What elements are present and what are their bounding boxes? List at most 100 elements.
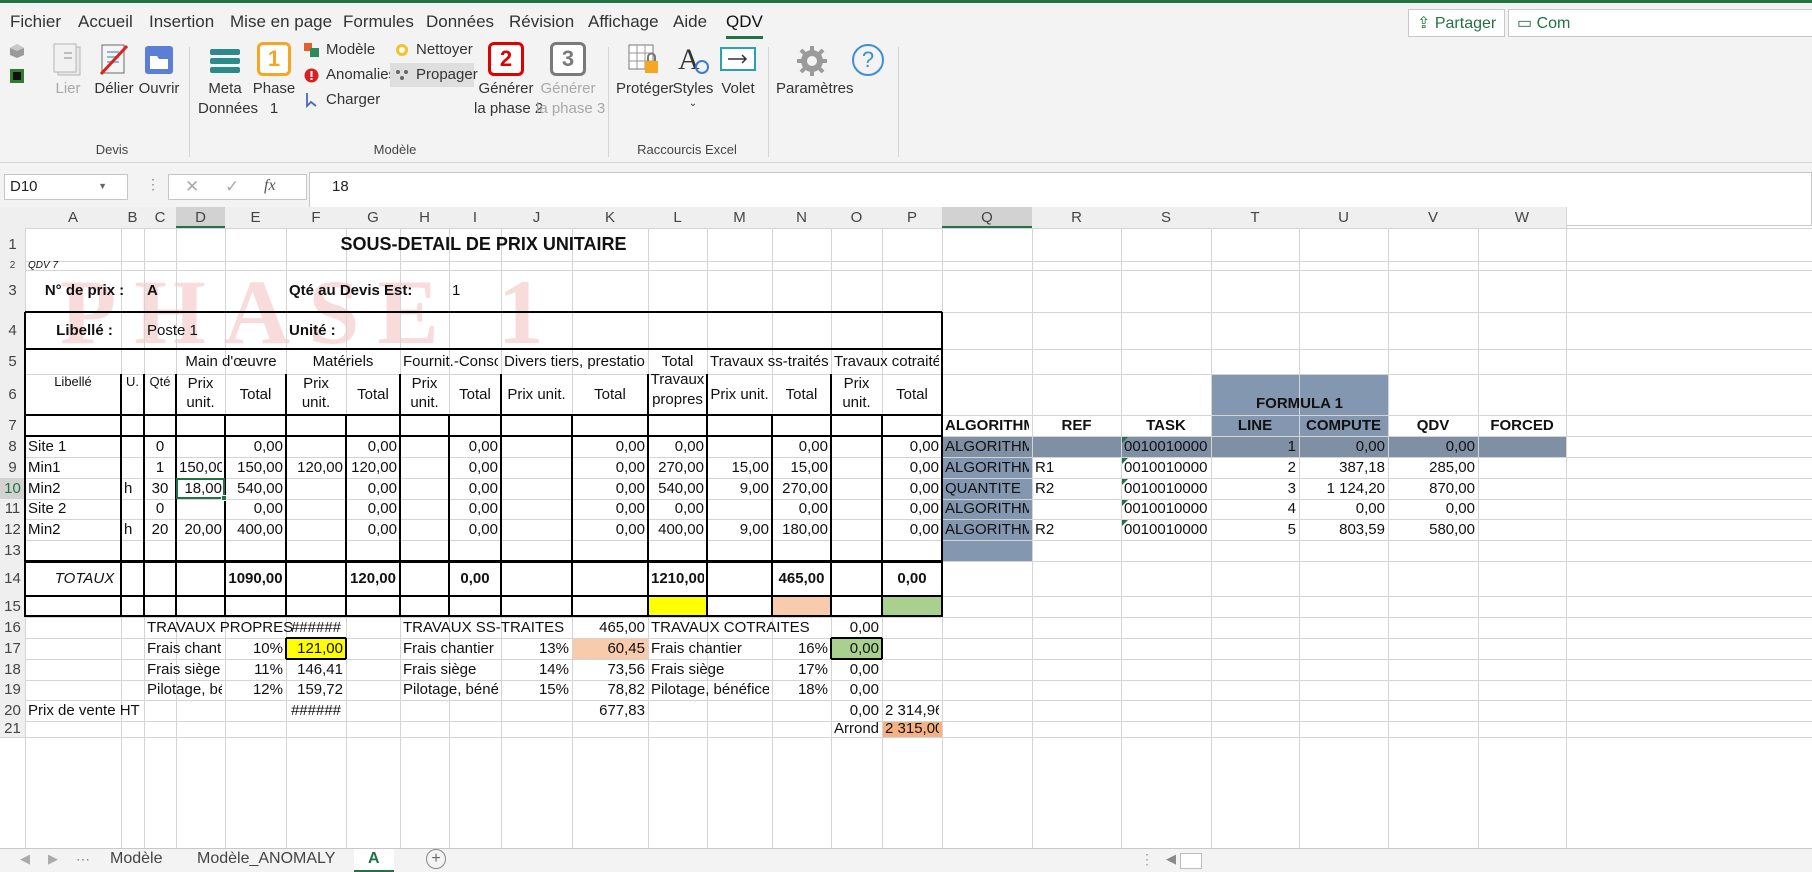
column-header-u[interactable]: U [1299, 207, 1388, 228]
next-sheet-icon[interactable]: ▶ [48, 851, 58, 867]
row-header-16[interactable]: 16 [0, 617, 25, 638]
cube-icon[interactable] [9, 43, 25, 59]
generer-phase3-button[interactable]: Générer la phase 3 [536, 79, 605, 119]
row-header-6[interactable]: 6 [0, 374, 25, 415]
column-header-w[interactable]: W [1478, 207, 1566, 228]
ouvrir-button[interactable]: Ouvrir [138, 79, 180, 99]
volet-button[interactable]: Volet [718, 79, 758, 99]
column-header-i[interactable]: I [449, 207, 501, 228]
row-header-4[interactable]: 4 [0, 312, 25, 349]
column-header-d[interactable]: D [176, 207, 225, 228]
confirm-icon[interactable]: ✓ [225, 177, 239, 197]
tab-donnees[interactable]: Données [426, 12, 494, 32]
tab-formules[interactable]: Formules [343, 12, 414, 32]
generer-phase2-button[interactable]: Générer la phase 2 [474, 79, 543, 119]
nettoyer-button[interactable]: Nettoyer [390, 38, 474, 62]
select-all-corner[interactable] [0, 207, 25, 228]
insert-function-icon[interactable]: fx [264, 177, 276, 195]
row-header-2[interactable]: 2 [0, 261, 25, 270]
row-header-7[interactable]: 7 [0, 415, 25, 436]
prev-sheet-icon[interactable]: ◀ [20, 851, 30, 867]
column-header-m[interactable]: M [707, 207, 772, 228]
proteger-button[interactable]: Protéger [616, 79, 674, 99]
column-header-t[interactable]: T [1211, 207, 1299, 228]
qdv-small-icon[interactable] [9, 68, 25, 84]
column-header-g[interactable]: G [346, 207, 400, 228]
charger-button[interactable]: Charger [300, 88, 380, 112]
row-header-9[interactable]: 9 [0, 457, 25, 478]
formula-bar-grip-icon[interactable]: ⋮ [146, 176, 160, 198]
column-header-q[interactable]: Q [942, 207, 1032, 228]
column-header-e[interactable]: E [225, 207, 286, 228]
sheet-list-icon[interactable]: ⋯ [76, 851, 90, 868]
tab-affichage[interactable]: Affichage [588, 12, 659, 32]
horizontal-scrollbar-thumb[interactable] [1180, 853, 1202, 869]
styles-button[interactable]: Styles ⌄ [672, 79, 714, 109]
column-header-p[interactable]: P [882, 207, 942, 228]
column-header-f[interactable]: F [286, 207, 346, 228]
column-header-a[interactable]: A [25, 207, 121, 228]
anomalies-button[interactable]: Anomalies [300, 63, 396, 87]
phase1-button[interactable]: Phase 1 [252, 79, 296, 119]
column-header-n[interactable]: N [772, 207, 831, 228]
scroll-left-icon[interactable]: ◀ [1166, 851, 1176, 867]
modele-button[interactable]: Modèle [300, 38, 386, 62]
scroll-split-icon[interactable]: ⋮ [1140, 851, 1154, 868]
row-header-12[interactable]: 12 [0, 519, 25, 540]
name-box[interactable]: D10 ▼ [4, 174, 128, 200]
sheet-tab-modele-anomaly[interactable]: Modèle_ANOMALY [183, 849, 349, 872]
cancel-icon[interactable]: ✕ [185, 177, 199, 197]
row-header-21[interactable]: 21 [0, 721, 25, 737]
add-sheet-icon[interactable]: + [426, 849, 446, 869]
recap-fs-value: 146,41 [297, 661, 343, 678]
row-header-3[interactable]: 3 [0, 270, 25, 312]
row-header-8[interactable]: 8 [0, 436, 25, 457]
phase1-icon: 1 [257, 42, 291, 76]
column-header-s[interactable]: S [1121, 207, 1211, 228]
tab-qdv[interactable]: QDV [726, 12, 763, 39]
tab-fichier[interactable]: Fichier [10, 12, 61, 32]
row-header-13[interactable]: 13 [0, 540, 25, 561]
row-header-10[interactable]: 10 [0, 478, 25, 499]
tab-revision[interactable]: Révision [509, 12, 574, 32]
tab-accueil[interactable]: Accueil [78, 12, 133, 32]
parametres-button[interactable]: Paramètres [776, 79, 854, 99]
column-header-h[interactable]: H [400, 207, 449, 228]
column-header-j[interactable]: J [501, 207, 572, 228]
meta-donnees-button[interactable]: Meta Données [198, 79, 258, 119]
row-header-11[interactable]: 11 [0, 499, 25, 519]
recap-ct-fs-pct: 17% [797, 661, 828, 678]
column-header-v[interactable]: V [1388, 207, 1478, 228]
row-header-1[interactable]: 1 [0, 228, 25, 261]
column-header-k[interactable]: K [572, 207, 648, 228]
lier-button[interactable]: Lier [52, 79, 84, 99]
comments-button[interactable]: ▭ Com [1508, 9, 1812, 37]
sheet-tab-a[interactable]: A [354, 849, 394, 872]
line-cot-total: 0,00 [909, 480, 939, 497]
column-header-l[interactable]: L [648, 207, 707, 228]
row-header-5[interactable]: 5 [0, 349, 25, 374]
column-header-c[interactable]: C [144, 207, 176, 228]
chevron-down-icon[interactable]: ▼ [98, 181, 107, 191]
recap-ct-fc-value: 0,00 [849, 640, 879, 657]
row-header-19[interactable]: 19 [0, 680, 25, 700]
row-header-20[interactable]: 20 [0, 700, 25, 721]
selected-cell-d10[interactable] [176, 478, 225, 499]
sheet-tab-modele[interactable]: Modèle [96, 849, 176, 872]
row-header-17[interactable]: 17 [0, 638, 25, 659]
table-border [881, 415, 883, 617]
tab-insertion[interactable]: Insertion [149, 12, 214, 32]
tab-aide[interactable]: Aide [673, 12, 707, 32]
row-header-18[interactable]: 18 [0, 659, 25, 680]
row-header-14[interactable]: 14 [0, 561, 25, 596]
fill-handle[interactable] [221, 495, 227, 501]
column-header-o[interactable]: O [831, 207, 882, 228]
share-button[interactable]: ⇪ Partager [1408, 9, 1506, 37]
row-header-15[interactable]: 15 [0, 596, 25, 617]
tab-mise-en-page[interactable]: Mise en page [230, 12, 332, 32]
propager-button[interactable]: Propager [390, 63, 478, 87]
delier-button[interactable]: Délier [94, 79, 134, 99]
column-header-b[interactable]: B [121, 207, 144, 228]
column-header-r[interactable]: R [1032, 207, 1121, 228]
help-icon[interactable]: ? [852, 44, 884, 76]
